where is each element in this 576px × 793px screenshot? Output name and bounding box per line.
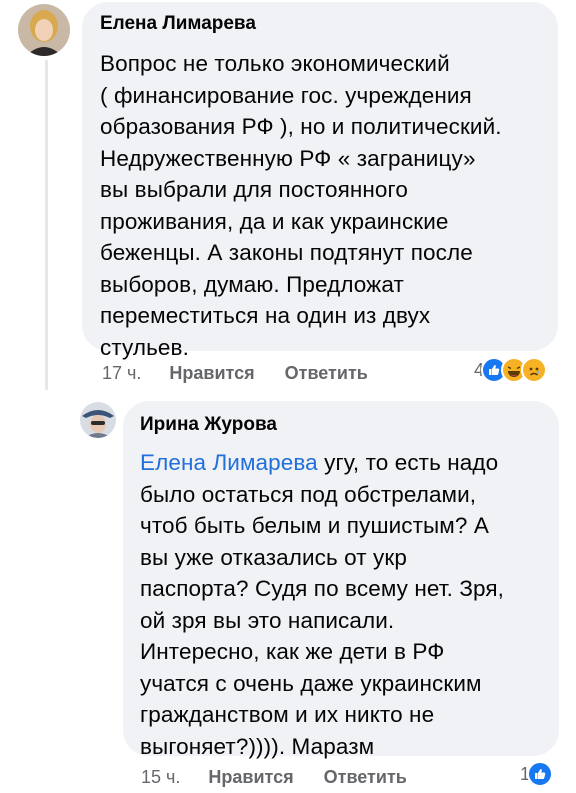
like-button[interactable]: Нравится [169,362,254,384]
comment-author[interactable]: Ирина Журова [140,413,559,437]
comment-text: Елена Лимарева угу, то есть надо было ос… [140,447,559,762]
comment-text: Вопрос не только экономический ( финанси… [100,51,502,360]
comment-time[interactable]: 17 ч. [102,362,141,384]
thread-connector [45,60,48,390]
comment-time[interactable]: 15 ч. [141,766,180,788]
reaction-summary[interactable]: 4 [474,357,548,383]
avatar[interactable] [80,402,116,438]
like-button[interactable]: Нравится [208,766,293,788]
comment-bubble: Ирина Журова Елена Лимарева угу, то есть… [123,401,559,759]
profile-photo-icon [18,4,70,56]
comment-actions: 17 ч. Нравится Ответить [102,362,368,384]
reply-button[interactable]: Ответить [285,362,368,384]
comment-text-body: угу, то есть надо было остаться под обст… [140,450,505,759]
reaction-summary[interactable]: 1 [520,761,554,787]
like-icon [527,761,554,787]
comment-thread: Елена Лимарева Вопрос не только экономич… [0,0,576,793]
avatar[interactable] [18,4,70,56]
comment-author[interactable]: Елена Лимарева [100,12,558,36]
profile-photo-icon [80,402,116,438]
mention-link[interactable]: Елена Лимарева [140,450,318,475]
sad-icon [521,357,548,383]
comment-actions: 15 ч. Нравится Ответить [141,766,407,788]
comment-bubble: Елена Лимарева Вопрос не только экономич… [82,2,558,360]
reply-button[interactable]: Ответить [324,766,407,788]
